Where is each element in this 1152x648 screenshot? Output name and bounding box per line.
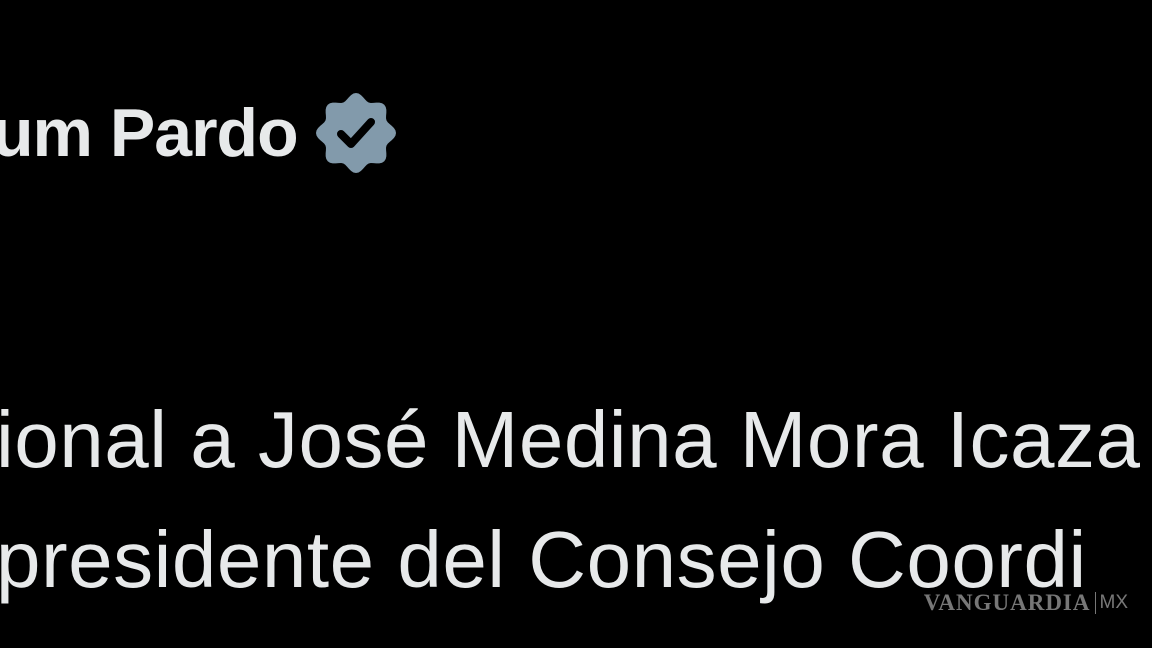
author-row: um Pardo <box>0 88 398 178</box>
post-card: um Pardo ional a José Medina Mora Icaza … <box>0 0 1152 648</box>
watermark-region: MX <box>1099 592 1129 613</box>
verified-badge-icon[interactable] <box>314 91 398 175</box>
watermark-divider <box>1094 592 1096 614</box>
watermark-logo: VANGUARDIA MX <box>924 590 1128 616</box>
post-text: ional a José Medina Mora Icaza president… <box>0 380 1152 620</box>
watermark-brand: VANGUARDIA <box>923 590 1091 615</box>
author-name[interactable]: um Pardo <box>0 99 299 167</box>
post-text-line: ional a José Medina Mora Icaza <box>0 395 1141 484</box>
